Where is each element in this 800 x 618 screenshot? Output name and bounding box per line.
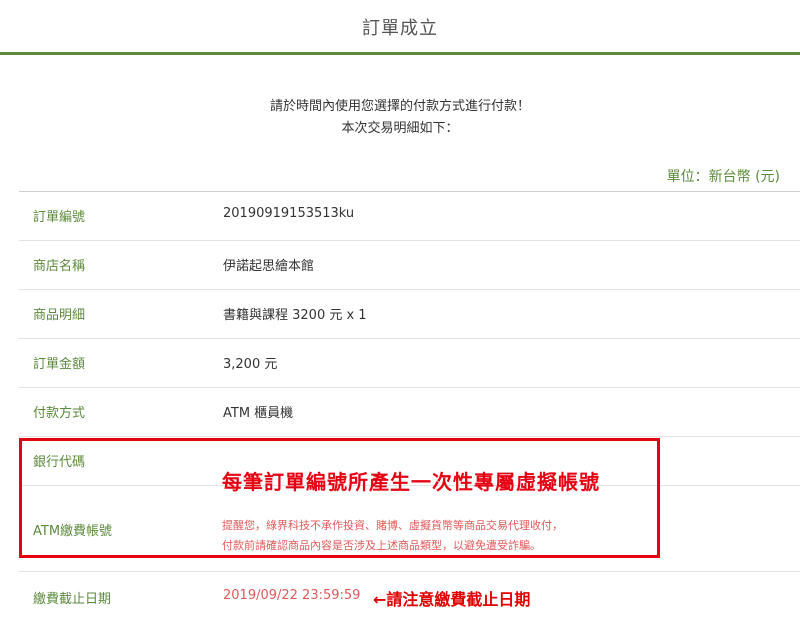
intro-text: 請於時間內使用您選擇的付款方式進行付款！ 本次交易明細如下：: [0, 96, 800, 140]
store-name-value: 伊諾起思繪本館: [223, 259, 315, 274]
currency-unit-label: 單位：新台幣 (元): [666, 169, 780, 185]
order-confirmation-page: 訂單成立 請於時間內使用您選擇的付款方式進行付款！ 本次交易明細如下： 單位：新…: [0, 0, 800, 618]
item-details-value: 書籍與課程 3200 元 x 1: [223, 308, 367, 323]
row-order-number: 訂單編號 20190919153513ku: [19, 192, 800, 241]
order-amount-value: 3,200 元: [223, 357, 278, 372]
item-details-label: 商品明細: [33, 308, 86, 323]
order-amount-label: 訂單金額: [33, 357, 86, 372]
payment-method-label: 付款方式: [33, 406, 86, 421]
store-name-label: 商店名稱: [33, 259, 86, 274]
payment-deadline-value: 2019/09/22 23:59:59: [223, 588, 361, 603]
row-item-details: 商品明細 書籍與課程 3200 元 x 1: [19, 290, 800, 339]
intro-line-2: 本次交易明細如下：: [341, 121, 459, 136]
order-number-value: 20190919153513ku: [223, 206, 355, 221]
page-header: 訂單成立: [0, 0, 800, 55]
row-store-name: 商店名稱 伊諾起思繪本館: [19, 241, 800, 290]
order-number-label: 訂單編號: [33, 210, 86, 225]
intro-line-1: 請於時間內使用您選擇的付款方式進行付款！: [269, 99, 530, 114]
row-payment-method: 付款方式 ATM 櫃員機: [19, 388, 800, 437]
fraud-warning-line-1: 提醒您，綠界科技不承作投資、賭博、虛擬貨幣等商品交易代理收付，: [222, 519, 563, 532]
virtual-account-note: 每筆訂單編號所產生一次性專屬虛擬帳號: [222, 470, 600, 494]
row-order-amount: 訂單金額 3,200 元: [19, 339, 800, 388]
row-payment-deadline: 繳費截止日期 2019/09/22 23:59:59 ←請注意繳費截止日期: [19, 572, 800, 618]
fraud-warning: 提醒您，綠界科技不承作投資、賭博、虛擬貨幣等商品交易代理收付， 付款前請確認商品…: [222, 516, 563, 556]
deadline-note: ←請注意繳費截止日期: [373, 590, 531, 609]
payment-method-value: ATM 櫃員機: [223, 406, 294, 421]
fraud-warning-line-2: 付款前請確認商品內容是否涉及上述商品類型，以避免遭受詐騙。: [222, 539, 541, 552]
payment-deadline-label: 繳費截止日期: [33, 592, 112, 607]
page-title: 訂單成立: [362, 18, 438, 39]
